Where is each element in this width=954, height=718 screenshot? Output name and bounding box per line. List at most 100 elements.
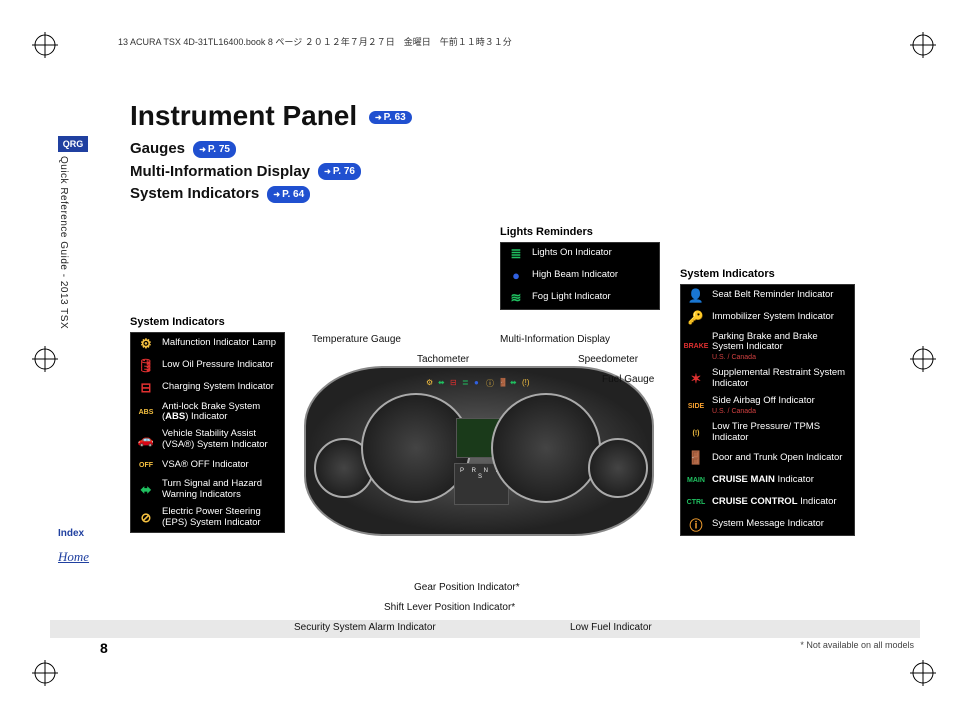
fuel-gauge-icon <box>588 438 648 498</box>
page-number: 8 <box>100 640 108 656</box>
indicator-label: CRUISE CONTROL Indicator <box>712 497 849 508</box>
indicator-icon: ≣ <box>506 246 526 262</box>
indicator-icon: 🚪 <box>686 450 706 466</box>
crop-mark-icon <box>32 346 58 372</box>
speedometer-icon <box>491 393 601 503</box>
indicator-label: Malfunction Indicator Lamp <box>162 338 279 349</box>
lights-reminders-title: Lights Reminders <box>500 226 593 238</box>
left-indicators-box: ⚙ Malfunction Indicator Lamp 🛢 Low Oil Pres… <box>130 332 285 533</box>
indicator-row: ● High Beam Indicator <box>501 265 659 287</box>
main-content: Instrument Panel P. 63 Gauges P. 75 Mult… <box>130 100 920 666</box>
callout-label: Security System Alarm Indicator <box>294 622 436 633</box>
indicator-icon: OFF <box>136 457 156 473</box>
mid-heading: Multi-Information Display <box>130 163 310 180</box>
right-indicators-box: 👤 Seat Belt Reminder Indicator 🔑 Immobilize… <box>680 284 855 537</box>
indicator-row: 🔑 Immobilizer System Indicator <box>681 307 854 329</box>
indicator-label: VSA® OFF Indicator <box>162 460 279 471</box>
indicator-row: ⚙ Malfunction Indicator Lamp <box>131 333 284 355</box>
indicator-label: Supplemental Restraint System Indicator <box>712 368 849 390</box>
gauges-heading: Gauges <box>130 140 185 157</box>
indicator-icon: ● <box>506 268 526 284</box>
qrg-tab[interactable]: QRG <box>58 136 88 152</box>
indicator-label: Lights On Indicator <box>532 248 654 259</box>
home-link[interactable]: Home <box>58 549 88 565</box>
sys-heading: System Indicators <box>130 185 259 202</box>
indicator-label: Charging System Indicator <box>162 382 279 393</box>
page-ref-link[interactable]: P. 64 <box>267 186 310 203</box>
indicator-label: Parking Brake and Brake System Indicator… <box>712 332 849 363</box>
title-text: Instrument Panel <box>130 100 357 131</box>
indicator-row: 🚗 Vehicle Stability Assist (VSA®) System … <box>131 426 284 454</box>
indicator-icon: ABS <box>136 404 156 420</box>
indicator-row: ⊘ Electric Power Steering (EPS) System In… <box>131 504 284 532</box>
indicator-icon: ⬌ <box>136 482 156 498</box>
indicator-row: CTRL CRUISE CONTROL Indicator <box>681 491 854 513</box>
indicator-row: 🛢 Low Oil Pressure Indicator <box>131 355 284 377</box>
indicator-row: MAIN CRUISE MAIN Indicator <box>681 469 854 491</box>
indicator-label: High Beam Indicator <box>532 270 654 281</box>
indicator-row: ⊟ Charging System Indicator <box>131 377 284 399</box>
indicator-row: ≋Fog Light Indicator <box>501 287 659 309</box>
indicator-label: Electric Power Steering (EPS) System Ind… <box>162 507 279 529</box>
indicator-label: Low Oil Pressure Indicator <box>162 360 279 371</box>
lights-reminders-box: ≣ Lights On Indicator ● High Beam Indicator… <box>500 242 660 310</box>
callout-label: Shift Lever Position Indicator* <box>384 602 515 613</box>
instrument-cluster-diagram: ⚙⬌⊟ ≣●ⓘ 🚪⬌(!) P R N D S <box>304 366 654 536</box>
crop-mark-icon <box>910 32 936 58</box>
indicator-label: Anti-lock Brake System (ABS) Indicator <box>162 402 279 424</box>
callout-label: Speedometer <box>578 354 638 365</box>
indicator-label: Fog Light Indicator <box>532 292 654 303</box>
indicator-label: CRUISE MAIN Indicator <box>712 475 849 486</box>
left-indicators-title: System Indicators <box>130 316 225 328</box>
indicator-label: System Message Indicator <box>712 519 849 530</box>
indicator-label: Vehicle Stability Assist (VSA®) System I… <box>162 429 279 451</box>
indicator-row: 🚪 Door and Trunk Open Indicator <box>681 447 854 469</box>
indicator-row: ⓘ System Message Indicator <box>681 513 854 535</box>
right-indicators-title: System Indicators <box>680 268 775 280</box>
indicator-row: ✶ Supplemental Restraint System Indicator <box>681 365 854 393</box>
indicator-row: SIDE Side Airbag Off IndicatorU.S. / Cana… <box>681 393 854 419</box>
crop-mark-icon <box>32 32 58 58</box>
indicator-icon: (!) <box>686 425 706 441</box>
page-ref-link[interactable]: P. 76 <box>318 163 361 180</box>
guide-title-vertical: Quick Reference Guide - 2013 TSX <box>58 156 69 356</box>
indicator-icon: 🛢 <box>136 358 156 374</box>
callout-label: Fuel Gauge <box>602 374 654 385</box>
indicator-label: Turn Signal and Hazard Warning Indicator… <box>162 479 279 501</box>
header-metadata: 13 ACURA TSX 4D-31TL16400.book 8 ページ ２０１… <box>118 35 512 48</box>
indicator-icon: 🚗 <box>136 432 156 448</box>
indicator-icon: ⓘ <box>686 516 706 532</box>
indicator-icon: ⊟ <box>136 380 156 396</box>
indicator-row: (!) Low Tire Pressure/ TPMS Indicator <box>681 419 854 447</box>
indicator-label: Seat Belt Reminder Indicator <box>712 290 849 301</box>
page-ref-link[interactable]: P. 75 <box>193 141 236 158</box>
callout-label: Low Fuel Indicator <box>570 622 652 633</box>
indicator-icon: SIDE <box>686 398 706 414</box>
indicator-row: OFF VSA® OFF Indicator <box>131 454 284 476</box>
indicator-icon: 🔑 <box>686 310 706 326</box>
indicator-row: 👤 Seat Belt Reminder Indicator <box>681 285 854 307</box>
page-ref-link[interactable]: P. 63 <box>369 111 412 124</box>
indicator-icon: MAIN <box>686 472 706 488</box>
indicator-icon: ⊘ <box>136 510 156 526</box>
indicator-icon: ✶ <box>686 371 706 387</box>
indicator-label: Low Tire Pressure/ TPMS Indicator <box>712 422 849 444</box>
indicator-icon: CTRL <box>686 494 706 510</box>
indicator-row: ≣ Lights On Indicator <box>501 243 659 265</box>
page-title: Instrument Panel P. 63 <box>130 100 920 132</box>
callout-label: Tachometer <box>417 354 469 365</box>
indicator-icon: ⚙ <box>136 336 156 352</box>
callout-label: Temperature Gauge <box>312 334 401 345</box>
indicator-icon: 👤 <box>686 288 706 304</box>
index-link[interactable]: Index <box>58 526 88 541</box>
callout-label: Multi-Information Display <box>500 334 610 345</box>
indicator-label: Side Airbag Off IndicatorU.S. / Canada <box>712 396 849 416</box>
indicator-icon: BRAKE <box>686 339 706 355</box>
callout-label: Gear Position Indicator* <box>414 582 520 593</box>
indicator-row: ABS Anti-lock Brake System (ABS) Indicato… <box>131 399 284 427</box>
indicator-label: Immobilizer System Indicator <box>712 312 849 323</box>
sidebar: QRG Quick Reference Guide - 2013 TSX Ind… <box>58 136 88 565</box>
subheadings: Gauges P. 75 Multi-Information Display P… <box>130 138 920 206</box>
indicator-label: Door and Trunk Open Indicator <box>712 453 849 464</box>
crop-mark-icon <box>32 660 58 686</box>
